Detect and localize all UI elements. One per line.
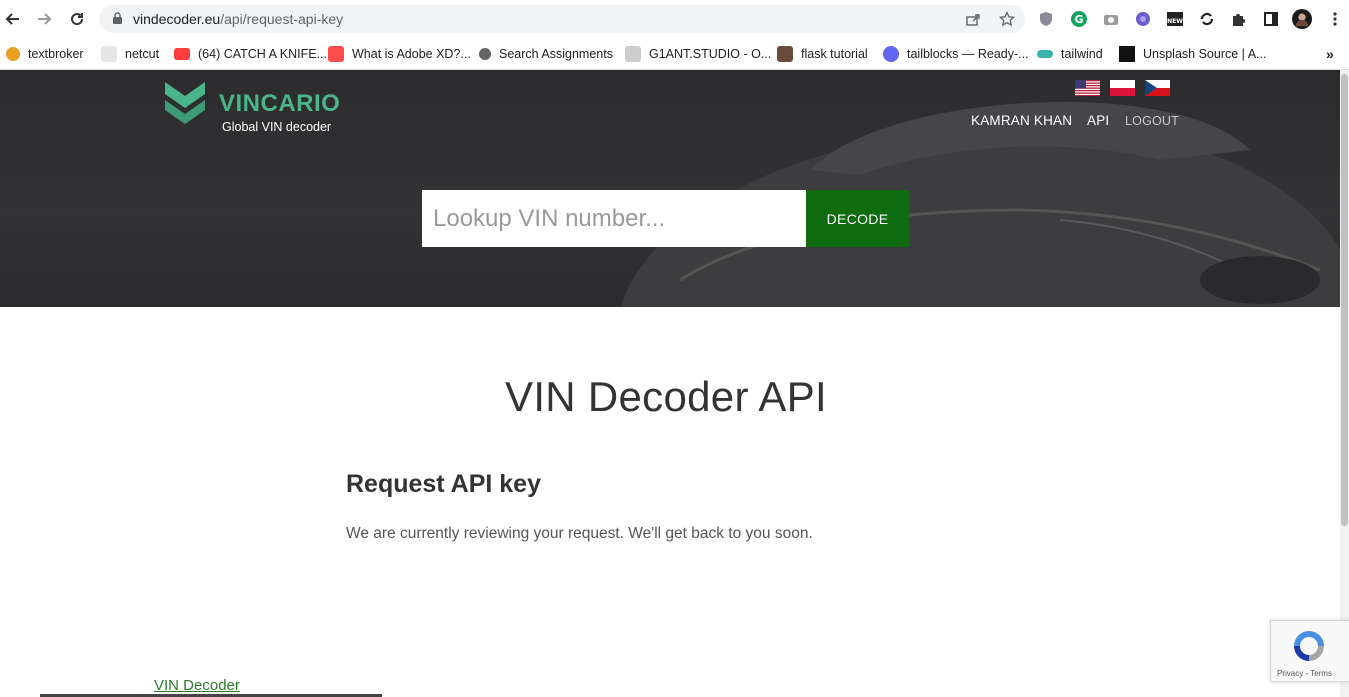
star-icon[interactable]	[998, 10, 1016, 27]
footer-vin-decoder-link[interactable]: VIN Decoder	[154, 677, 240, 694]
svg-text:G: G	[1074, 13, 1083, 26]
bookmark-item[interactable]: tailwind	[1037, 44, 1103, 64]
bookmark-label: (64) CATCH A KNIFE...	[198, 47, 327, 61]
news-extension-icon[interactable]: NEW	[1165, 9, 1185, 29]
bookmark-label: What is Adobe XD?...	[352, 47, 471, 61]
url-text: vindecoder.eu/api/request-api-key	[133, 11, 344, 27]
share-icon[interactable]	[965, 11, 981, 27]
youtube-icon	[174, 48, 190, 60]
us-flag-icon[interactable]	[1075, 80, 1100, 96]
logo-subtitle: Global VIN decoder	[222, 120, 332, 134]
recaptcha-terms-text[interactable]: Privacy - Terms	[1277, 669, 1332, 678]
svg-text:NEW: NEW	[1167, 18, 1183, 25]
camera-extension-icon[interactable]	[1101, 9, 1121, 29]
bookmark-item[interactable]: Search Assignments	[479, 44, 613, 64]
decode-button[interactable]: DECODE	[806, 190, 909, 247]
page-content: VINCARIO Global VIN decoder KAMRAN KHAN …	[0, 70, 1340, 697]
nav-user-link[interactable]: KAMRAN KHAN	[971, 113, 1072, 128]
nav-api-link[interactable]: API	[1087, 113, 1109, 128]
bookmarks-overflow-icon[interactable]: »	[1326, 44, 1334, 64]
globe-extension-icon[interactable]	[1133, 9, 1153, 29]
textbroker-icon	[6, 47, 20, 61]
vincario-logo[interactable]: VINCARIO Global VIN decoder	[163, 80, 343, 134]
poland-flag-icon[interactable]	[1110, 80, 1135, 96]
bookmark-label: Unsplash Source | A...	[1143, 47, 1267, 61]
document-icon	[625, 46, 641, 62]
logo-text: VINCARIO	[219, 90, 341, 117]
lock-icon	[113, 12, 122, 24]
profile-avatar[interactable]	[1292, 9, 1312, 29]
bookmarks-bar: textbroker netcut (64) CATCH A KNIFE... …	[0, 38, 1349, 70]
bookmark-label: G1ANT.STUDIO - O...	[649, 47, 772, 61]
puzzle-extensions-icon[interactable]	[1229, 9, 1249, 29]
video-thumbnail-icon	[777, 46, 793, 62]
bookmark-item[interactable]: Unsplash Source | A...	[1119, 44, 1266, 64]
adobe-icon	[328, 46, 344, 62]
reload-icon[interactable]	[65, 7, 89, 31]
bookmark-label: tailwind	[1061, 47, 1103, 61]
sync-extension-icon[interactable]	[1197, 9, 1217, 29]
bookmark-label: netcut	[125, 47, 160, 61]
vin-search-input[interactable]	[422, 190, 806, 247]
review-notice-text: We are currently reviewing your request.…	[346, 525, 813, 542]
unsplash-icon	[1119, 46, 1135, 62]
scrollbar-thumb[interactable]	[1341, 74, 1348, 526]
netcut-icon	[101, 46, 117, 62]
browser-toolbar: vindecoder.eu/api/request-api-key G NEW	[0, 0, 1349, 38]
recaptcha-badge[interactable]: Privacy - Terms	[1270, 620, 1349, 682]
forward-icon[interactable]	[33, 7, 57, 31]
grammarly-extension-icon[interactable]: G	[1069, 9, 1089, 29]
shield-extension-icon[interactable]	[1036, 9, 1056, 29]
czech-flag-icon[interactable]	[1145, 80, 1170, 96]
bookmark-label: textbroker	[28, 47, 84, 61]
page-title: VIN Decoder API	[505, 373, 827, 420]
link-icon	[479, 48, 491, 60]
bookmark-item[interactable]: What is Adobe XD?...	[328, 44, 471, 64]
tailblocks-icon	[883, 46, 899, 62]
more-menu-icon[interactable]	[1325, 9, 1345, 29]
logo-shield-icon	[165, 82, 205, 124]
address-bar[interactable]: vindecoder.eu/api/request-api-key	[99, 5, 1025, 33]
bookmark-item[interactable]: G1ANT.STUDIO - O...	[625, 44, 771, 64]
bookmark-label: Search Assignments	[499, 47, 613, 61]
bookmark-item[interactable]: netcut	[101, 44, 159, 64]
language-flags	[1075, 80, 1170, 96]
bookmark-item[interactable]: (64) CATCH A KNIFE...	[174, 44, 327, 64]
recaptcha-icon	[1294, 631, 1324, 661]
tailwind-icon	[1037, 50, 1053, 58]
bookmark-label: flask tutorial	[801, 47, 868, 61]
section-heading: Request API key	[346, 470, 541, 498]
nav-logout-link[interactable]: LOGOUT	[1125, 114, 1179, 128]
back-icon[interactable]	[0, 7, 24, 31]
hero-banner: VINCARIO Global VIN decoder KAMRAN KHAN …	[0, 70, 1340, 307]
bookmark-label: tailblocks — Ready-...	[907, 47, 1029, 61]
bookmark-item[interactable]: textbroker	[6, 44, 84, 64]
bookmark-item[interactable]: flask tutorial	[777, 44, 868, 64]
sidepanel-icon[interactable]	[1261, 9, 1281, 29]
bookmark-item[interactable]: tailblocks — Ready-...	[883, 44, 1029, 64]
